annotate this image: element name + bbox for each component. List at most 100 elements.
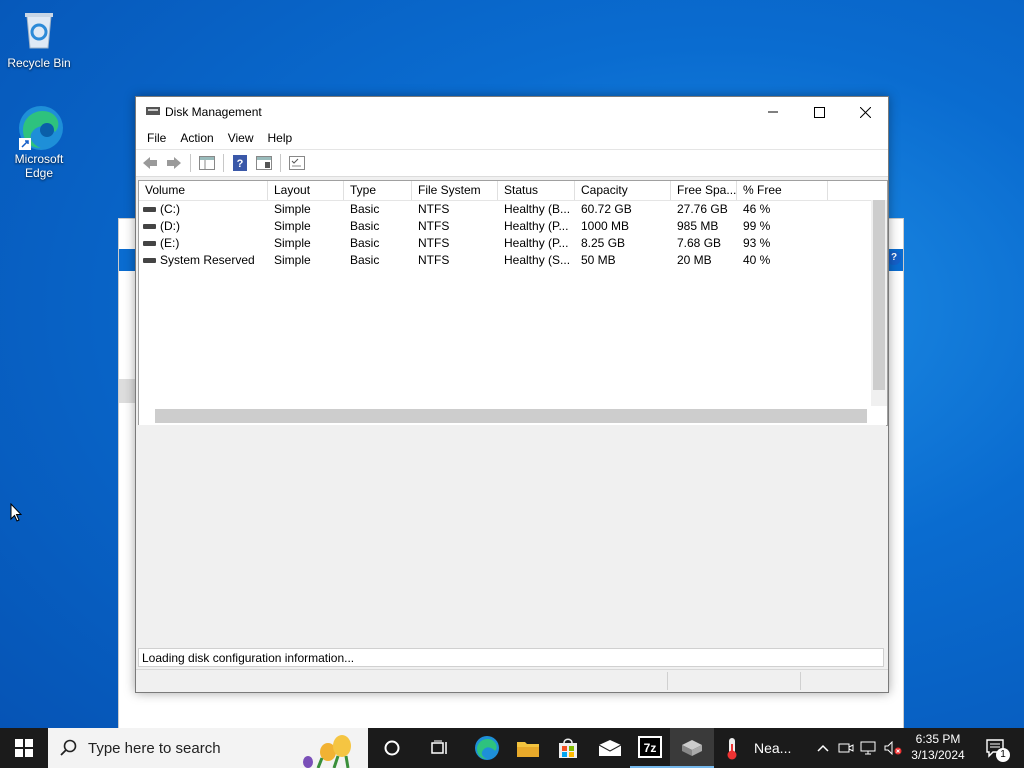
cell-volume: (D:): [139, 218, 268, 235]
cortana-button[interactable]: [372, 728, 412, 768]
cell-percent-free: 99 %: [743, 219, 771, 233]
show-hide-console-tree-button[interactable]: [197, 153, 217, 173]
taskbar-mail[interactable]: [590, 728, 630, 768]
column-header-volume[interactable]: Volume: [139, 181, 268, 200]
task-view-button[interactable]: [420, 728, 460, 768]
recycle-bin-icon: [17, 8, 61, 52]
cell-capacity: 8.25 GB: [581, 236, 626, 250]
cell-type: Basic: [350, 219, 380, 233]
taskbar-store[interactable]: [548, 728, 588, 768]
taskbar-disk-management[interactable]: [670, 728, 714, 768]
toolbar-separator: [223, 154, 224, 172]
drive-icon: [143, 207, 156, 212]
cell-status: Healthy (P...: [504, 219, 569, 233]
cell-free-space: 27.76 GB: [677, 202, 728, 216]
title-bar[interactable]: Disk Management: [136, 97, 888, 127]
clock[interactable]: 6:35 PM 3/13/2024: [906, 731, 970, 763]
column-header-capacity[interactable]: Capacity: [575, 181, 671, 200]
volume-name: (C:): [160, 202, 180, 216]
menu-view[interactable]: View: [221, 131, 261, 145]
menu-bar: File Action View Help: [136, 127, 888, 149]
console-button[interactable]: [287, 153, 307, 173]
cell-volume: (E:): [139, 235, 268, 252]
cell-type: Basic: [350, 202, 380, 216]
tray-meet-now[interactable]: [836, 728, 856, 768]
column-header-type[interactable]: Type: [344, 181, 412, 200]
cell-free-space: 985 MB: [677, 219, 719, 233]
cell-layout: Simple: [274, 202, 311, 216]
tray-volume[interactable]: [882, 728, 904, 768]
cell-file-system: NTFS: [418, 253, 450, 267]
volume-name: (E:): [160, 236, 180, 250]
svg-text:?: ?: [237, 158, 244, 170]
taskbar-file-explorer[interactable]: [508, 728, 548, 768]
start-button[interactable]: [0, 728, 48, 768]
minimize-button[interactable]: [750, 97, 796, 127]
toolbar-separator: [280, 154, 281, 172]
column-header-layout[interactable]: Layout: [268, 181, 344, 200]
table-row[interactable]: (D:) Simple Basic NTFS Healthy (P... 100…: [139, 218, 887, 235]
table-row[interactable]: System Reserved Simple Basic NTFS Health…: [139, 252, 887, 269]
cell-layout: Simple: [274, 253, 311, 267]
edge-icon: [17, 104, 63, 150]
properties-button[interactable]: [254, 153, 274, 173]
file-explorer-folder-icon: [517, 742, 539, 757]
volume-muted-icon: [884, 741, 902, 755]
vertical-scrollbar[interactable]: [871, 200, 887, 406]
recycle-bin-shortcut[interactable]: Recycle Bin: [1, 8, 77, 70]
horizontal-scrollbar-thumb[interactable]: [155, 409, 867, 423]
mouse-cursor-icon: [10, 503, 22, 522]
forward-arrow-icon: [167, 157, 181, 169]
action-center-button[interactable]: 1: [976, 728, 1016, 768]
toolbar: ?: [136, 149, 888, 177]
taskbar-edge[interactable]: [466, 728, 508, 768]
column-header-file-system[interactable]: File System: [412, 181, 498, 200]
menu-file[interactable]: File: [140, 131, 173, 145]
menu-help[interactable]: Help: [261, 131, 300, 145]
vertical-scrollbar-thumb[interactable]: [873, 200, 885, 390]
column-header-percent-free[interactable]: % Free: [737, 181, 828, 200]
taskbar-7zip[interactable]: 7z: [630, 728, 670, 768]
forward-button[interactable]: [164, 153, 184, 173]
weather-label: Nea...: [754, 740, 792, 756]
edge-shortcut[interactable]: Microsoft Edge: [1, 104, 77, 180]
window-bottom-bar: [136, 669, 888, 692]
menu-action[interactable]: Action: [173, 131, 220, 145]
horizontal-scrollbar[interactable]: [139, 406, 887, 424]
back-button[interactable]: [140, 153, 160, 173]
maximize-button[interactable]: [796, 97, 842, 127]
cell-free-space: 20 MB: [677, 253, 712, 267]
minimize-icon: [768, 111, 778, 113]
column-header-free-space[interactable]: Free Spa...: [671, 181, 737, 200]
weather-widget[interactable]: Nea...: [724, 728, 814, 768]
cell-file-system: NTFS: [418, 202, 450, 216]
window-title: Disk Management: [165, 105, 262, 119]
disk-management-app-icon: [146, 107, 160, 115]
task-view-icon: [431, 740, 447, 754]
cell-type: Basic: [350, 236, 380, 250]
table-row[interactable]: (C:) Simple Basic NTFS Healthy (B... 60.…: [139, 201, 887, 218]
cell-percent-free: 46 %: [743, 202, 771, 216]
disk-management-window[interactable]: Disk Management File Action View Help ?: [135, 96, 889, 693]
volume-list[interactable]: Volume Layout Type File System Status Ca…: [138, 180, 888, 426]
search-box[interactable]: Type here to search: [48, 728, 368, 768]
search-placeholder: Type here to search: [88, 740, 221, 757]
help-button[interactable]: ?: [230, 153, 250, 173]
cell-free-space: 7.68 GB: [677, 236, 722, 250]
table-row[interactable]: (E:) Simple Basic NTFS Healthy (P... 8.2…: [139, 235, 887, 252]
column-header-status[interactable]: Status: [498, 181, 575, 200]
tray-network[interactable]: [858, 728, 880, 768]
edge-label-line2: Edge: [24, 166, 54, 180]
cell-layout: Simple: [274, 219, 311, 233]
background-help-icon[interactable]: ?: [887, 251, 901, 265]
drive-icon: [143, 241, 156, 246]
svg-text:7z: 7z: [644, 741, 657, 755]
disk-graphical-pane[interactable]: [138, 425, 886, 647]
show-hidden-icons-button[interactable]: [814, 728, 832, 768]
column-header-filler: [828, 181, 887, 200]
close-button[interactable]: [842, 97, 888, 127]
cell-percent-free: 40 %: [743, 253, 771, 267]
properties-icon: [256, 156, 272, 170]
cell-status: Healthy (B...: [504, 202, 571, 216]
microsoft-store-icon: [559, 738, 577, 758]
